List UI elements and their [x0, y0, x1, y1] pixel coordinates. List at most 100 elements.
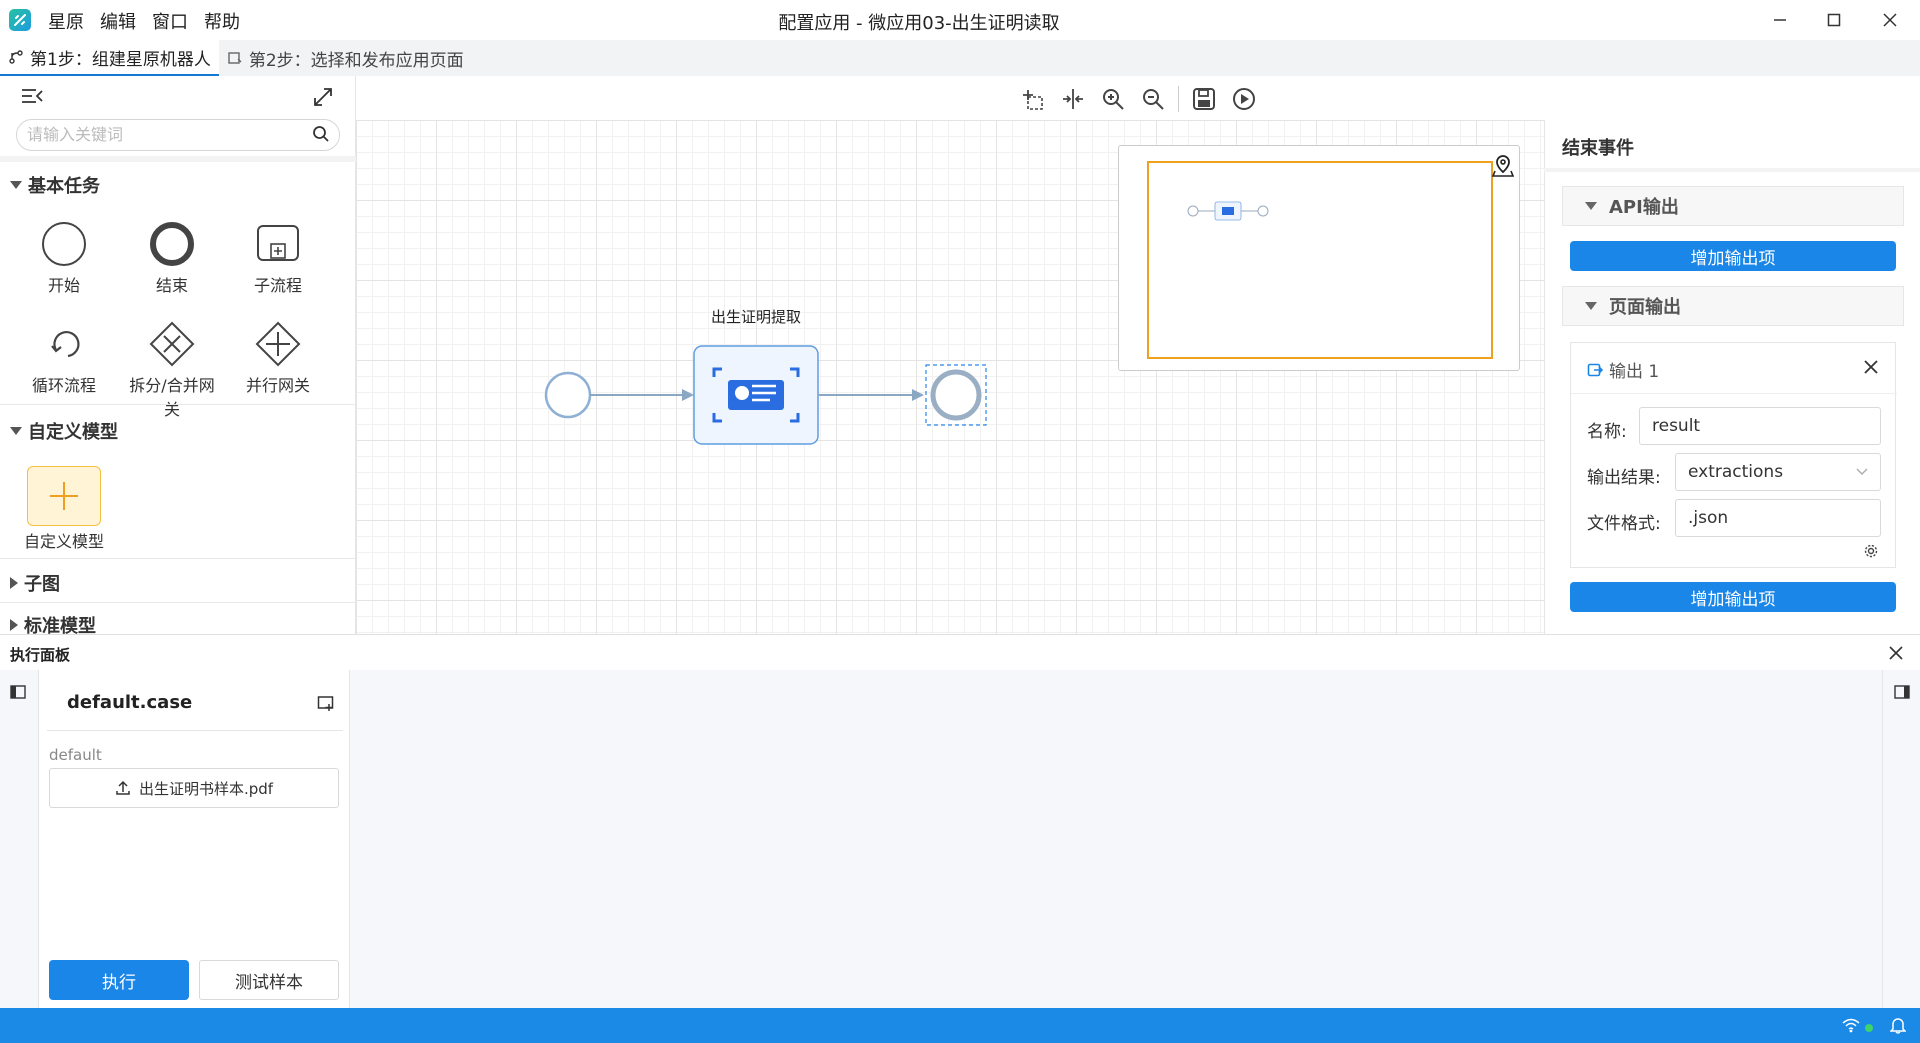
loop-icon [14, 316, 114, 372]
canvas-toolbar [1018, 84, 1259, 114]
result-select[interactable]: extractions [1675, 453, 1881, 491]
start-event-icon [14, 216, 114, 272]
wifi-icon [1842, 1017, 1860, 1037]
exec-panel-title: 执行面板 [10, 646, 71, 664]
maximize-button[interactable] [1814, 4, 1854, 36]
case-name[interactable]: default.case [67, 692, 192, 713]
section-api-output-label: API输出 [1609, 197, 1679, 218]
format-field[interactable]: .json [1675, 499, 1881, 537]
tool-custom-model[interactable]: 自定义模型 [14, 464, 114, 552]
run-icon[interactable] [1229, 84, 1259, 114]
section-custom-models-label: 自定义模型 [28, 422, 118, 443]
section-page-output-label: 页面输出 [1609, 297, 1681, 318]
save-icon[interactable] [1189, 84, 1219, 114]
add-icon [27, 466, 101, 526]
tool-start[interactable]: 开始 [14, 216, 114, 296]
result-select-value: extractions [1688, 462, 1784, 482]
chevron-down-icon [1856, 468, 1868, 475]
tool-end[interactable]: 结束 [122, 216, 222, 296]
upload-icon [116, 780, 130, 795]
toggle-left-sidebar-icon[interactable] [10, 684, 26, 703]
tool-loop[interactable]: 循环流程 [14, 316, 114, 396]
branch-icon [9, 50, 23, 64]
section-api-output[interactable]: API输出 [1562, 186, 1904, 226]
bell-icon[interactable] [1889, 1016, 1907, 1038]
caret-right-icon [10, 619, 18, 631]
start-node[interactable] [544, 371, 592, 419]
caret-down-icon [1585, 302, 1597, 310]
minimap-viewport[interactable] [1147, 161, 1493, 359]
output-card-header: 输出 1 [1587, 357, 1659, 382]
output-card-title: 输出 1 [1609, 362, 1660, 382]
collapse-panel-icon[interactable] [20, 86, 44, 110]
section-page-output[interactable]: 页面输出 [1562, 286, 1904, 326]
custom-model-tile [14, 464, 114, 528]
close-exec-panel-icon[interactable] [1888, 645, 1904, 665]
section-subgraph-label: 子图 [24, 574, 60, 595]
title-bar: 星原 编辑 窗口 帮助 配置应用 - 微应用03-出生证明读取 [0, 0, 1920, 40]
online-status-dot [1865, 1024, 1873, 1032]
close-window-button[interactable] [1870, 4, 1910, 36]
tool-custom-model-label: 自定义模型 [23, 532, 104, 551]
close-icon[interactable] [1863, 359, 1879, 379]
tool-loop-label: 循环流程 [31, 376, 96, 395]
tab-step-1-label: 第1步：组建星原机器人 [30, 49, 211, 70]
name-label: 名称: [1587, 422, 1627, 442]
tool-exclusive-gateway-label: 拆分/合并网关 [129, 376, 215, 419]
minimap-preview [1187, 201, 1269, 221]
result-label: 输出结果: [1587, 468, 1661, 488]
tab-step-2-label: 第2步：选择和发布应用页面 [248, 50, 464, 71]
name-field[interactable]: result [1639, 407, 1881, 445]
tool-parallel-gateway[interactable]: 并行网关 [228, 316, 328, 396]
output-card: 输出 1 名称: result 输出结果: extractions 文件格式: … [1570, 342, 1897, 568]
caret-down-icon [1585, 202, 1597, 210]
new-case-icon[interactable] [317, 694, 335, 716]
arrowhead-2 [912, 389, 924, 401]
properties-title: 结束事件 [1562, 138, 1634, 159]
section-custom-models[interactable]: 自定义模型 [10, 418, 118, 444]
tool-end-label: 结束 [155, 276, 188, 295]
arrowhead-1 [682, 389, 694, 401]
case-group-label: default [49, 746, 102, 764]
tool-subprocess[interactable]: 子流程 [228, 216, 328, 296]
add-page-output-button[interactable]: 增加输出项 [1570, 582, 1896, 612]
zoom-in-icon[interactable] [1098, 84, 1128, 114]
exec-panel-header: 执行面板 [0, 634, 1920, 670]
toggle-right-sidebar-icon[interactable] [1894, 684, 1910, 703]
expand-icon[interactable] [312, 86, 334, 112]
tab-step-2[interactable]: 第2步：选择和发布应用页面 [219, 40, 472, 76]
test-sample-button[interactable]: 测试样本 [199, 960, 339, 1000]
minimap[interactable] [1118, 145, 1520, 371]
output-icon [1587, 363, 1603, 376]
tool-start-label: 开始 [47, 276, 80, 295]
window-title: 配置应用 - 微应用03-出生证明读取 [778, 13, 1060, 34]
minimize-button[interactable] [1760, 4, 1800, 36]
align-icon[interactable] [1058, 84, 1088, 114]
section-basic-tasks-label: 基本任务 [28, 176, 100, 197]
search-icon[interactable] [312, 125, 330, 147]
section-basic-tasks[interactable]: 基本任务 [10, 172, 100, 198]
zoom-out-icon[interactable] [1138, 84, 1168, 114]
page-refresh-icon [228, 52, 242, 64]
caret-down-icon [10, 427, 22, 435]
upload-file-button[interactable]: 出生证明书样本.pdf [49, 768, 339, 808]
caret-down-icon [10, 181, 22, 189]
task-node-label: 出生证明提取 [710, 308, 801, 326]
step-tabs: 第1步：组建星原机器人 第2步：选择和发布应用页面 [0, 40, 1920, 76]
uploaded-file-name: 出生证明书样本.pdf [138, 779, 274, 798]
run-button[interactable]: 执行 [49, 960, 189, 1000]
end-node[interactable] [930, 369, 982, 421]
search-input[interactable]: 请输入关键词 [16, 119, 340, 151]
exclusive-gateway-icon [122, 316, 222, 372]
tab-step-1[interactable]: 第1步：组建星原机器人 [0, 40, 219, 76]
component-panel: 请输入关键词 基本任务 开始 结束 子流程 循环流程 拆分/合并网关 并行网关 … [0, 76, 356, 637]
status-bar [0, 1008, 1920, 1043]
tool-parallel-gateway-label: 并行网关 [245, 376, 310, 395]
select-area-icon[interactable] [1018, 84, 1048, 114]
location-pin-icon[interactable] [1491, 154, 1515, 182]
gear-icon[interactable] [1863, 543, 1879, 563]
end-event-icon [122, 216, 222, 272]
section-subgraph[interactable]: 子图 [10, 570, 60, 596]
caret-right-icon [10, 577, 18, 589]
add-api-output-button[interactable]: 增加输出项 [1570, 241, 1896, 271]
